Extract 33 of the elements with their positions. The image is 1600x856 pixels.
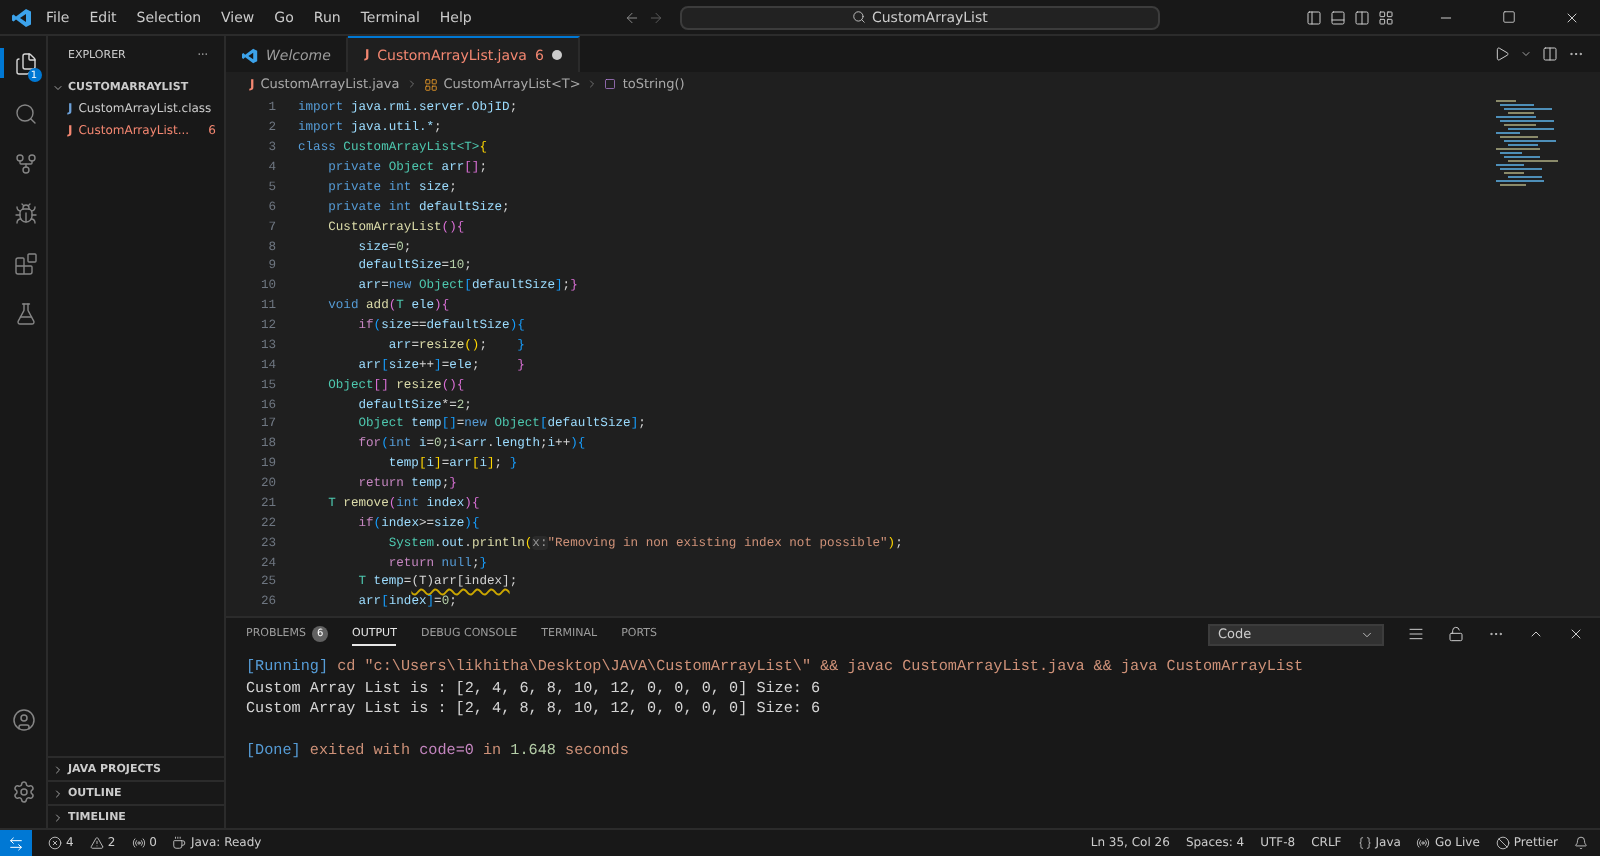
bell-icon[interactable] — [1574, 836, 1588, 850]
panel-split-icon[interactable] — [1354, 9, 1371, 25]
panel-bottom-icon[interactable] — [1330, 9, 1347, 25]
broadcast-icon — [1416, 836, 1431, 850]
split-editor-icon[interactable] — [1542, 46, 1558, 62]
unlock-icon[interactable] — [1448, 626, 1464, 642]
lines-icon[interactable] — [1408, 626, 1424, 642]
braces-icon — [1357, 836, 1372, 850]
maximize-panel-icon[interactable] — [1528, 626, 1544, 642]
layout-icon[interactable] — [1378, 9, 1395, 25]
chevron-icon — [586, 78, 599, 90]
settings-icon[interactable] — [11, 780, 35, 804]
close-panel-icon[interactable] — [1568, 626, 1584, 642]
error-icon — [48, 836, 62, 850]
chevron-icon[interactable] — [52, 81, 64, 93]
maximize-icon[interactable] — [1502, 10, 1517, 24]
search-icon — [851, 10, 866, 24]
broadcast-icon — [131, 836, 146, 850]
warning-icon — [89, 836, 104, 850]
app-logo-icon — [242, 47, 258, 63]
caret-icon[interactable] — [1520, 48, 1532, 60]
close-icon[interactable] — [1564, 9, 1581, 25]
back-arrow-icon[interactable] — [623, 9, 640, 25]
app-logo-icon — [12, 7, 32, 27]
run-icon[interactable] — [1494, 46, 1510, 62]
unsaved-dot — [551, 50, 562, 60]
remote-button[interactable] — [0, 829, 32, 856]
panel-left-icon[interactable] — [1306, 9, 1323, 25]
caret-icon — [1360, 627, 1374, 641]
chevron-icon — [405, 78, 418, 90]
account-icon[interactable] — [11, 708, 35, 732]
cup-icon — [172, 836, 187, 850]
remote-icon — [8, 835, 24, 851]
